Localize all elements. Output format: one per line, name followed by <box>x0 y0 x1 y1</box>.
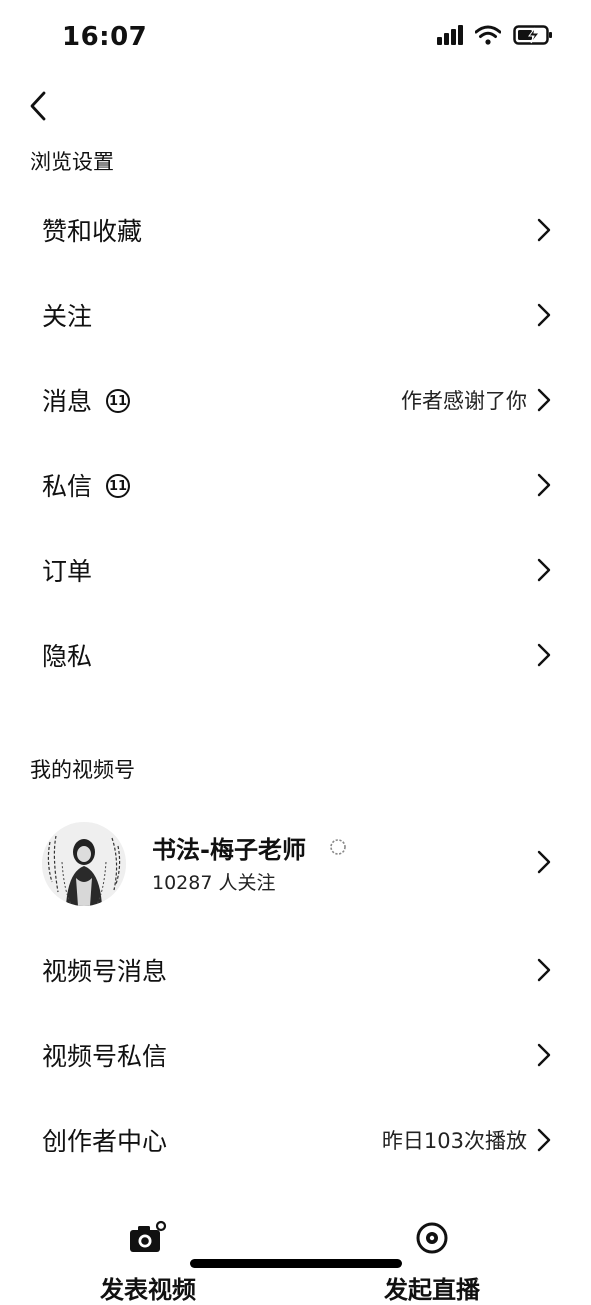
section-title-browse: 浏览设置 <box>30 150 114 174</box>
row-right-text: 昨日103次播放 <box>381 1129 527 1153</box>
signal-icon <box>437 25 463 45</box>
unread-badge: 11 <box>106 474 131 498</box>
home-indicator <box>190 1259 402 1268</box>
row-private-messages[interactable]: 私信 11 <box>0 443 591 527</box>
channel-followers: 10287 人关注 <box>152 872 276 894</box>
row-likes-favorites[interactable]: 赞和收藏 <box>0 188 591 272</box>
status-icons <box>437 24 553 46</box>
row-label: 视频号消息 <box>42 957 168 986</box>
row-creator-center[interactable]: 创作者中心 昨日103次播放 <box>0 1098 591 1182</box>
chevron-right-icon <box>537 1128 551 1152</box>
row-label-text: 私信 <box>42 472 93 501</box>
row-label: 创作者中心 <box>42 1127 168 1156</box>
row-label: 消息 11 <box>42 382 131 418</box>
bottom-bar: 发表视频 发起直播 <box>0 1200 591 1304</box>
row-channel-messages[interactable]: 视频号消息 <box>0 928 591 1012</box>
row-label: 视频号私信 <box>42 1042 168 1071</box>
chevron-left-icon <box>30 91 46 121</box>
chevron-right-icon <box>537 958 551 982</box>
channel-name: 书法-梅子老师 <box>152 836 306 864</box>
chevron-right-icon <box>537 473 551 497</box>
row-label: 关注 <box>42 302 93 331</box>
status-bar: 16:07 <box>0 0 591 80</box>
channel-profile-card[interactable]: 书法-梅子老师 10287 人关注 <box>0 810 591 914</box>
chevron-right-icon <box>537 850 551 874</box>
chevron-right-icon <box>537 558 551 582</box>
row-label: 私信 11 <box>42 467 131 503</box>
row-label-text: 消息 <box>42 387 93 416</box>
unread-badge: 11 <box>106 389 131 413</box>
row-following[interactable]: 关注 <box>0 273 591 357</box>
camera-icon <box>130 1220 167 1252</box>
verify-icon <box>330 839 346 855</box>
chevron-right-icon <box>537 388 551 412</box>
row-label: 隐私 <box>42 642 93 671</box>
wifi-icon <box>475 25 501 45</box>
row-channel-private-messages[interactable]: 视频号私信 <box>0 1013 591 1097</box>
live-icon <box>416 1222 448 1254</box>
row-label: 订单 <box>42 557 93 586</box>
chevron-right-icon <box>537 303 551 327</box>
back-button[interactable] <box>18 84 58 128</box>
battery-charging-icon <box>513 24 553 46</box>
section-title-channel: 我的视频号 <box>30 758 135 782</box>
post-video-label: 发表视频 <box>100 1276 196 1304</box>
status-time: 16:07 <box>62 22 148 52</box>
chevron-right-icon <box>537 218 551 242</box>
post-video-button[interactable]: 发表视频 <box>100 1220 196 1305</box>
chevron-right-icon <box>537 643 551 667</box>
start-live-label: 发起直播 <box>384 1276 480 1304</box>
row-messages[interactable]: 消息 11 作者感谢了你 <box>0 358 591 442</box>
avatar <box>42 822 126 906</box>
row-orders[interactable]: 订单 <box>0 528 591 612</box>
chevron-right-icon <box>537 1043 551 1067</box>
row-right-text: 作者感谢了你 <box>401 389 527 413</box>
row-privacy[interactable]: 隐私 <box>0 613 591 697</box>
row-label: 赞和收藏 <box>42 217 143 246</box>
